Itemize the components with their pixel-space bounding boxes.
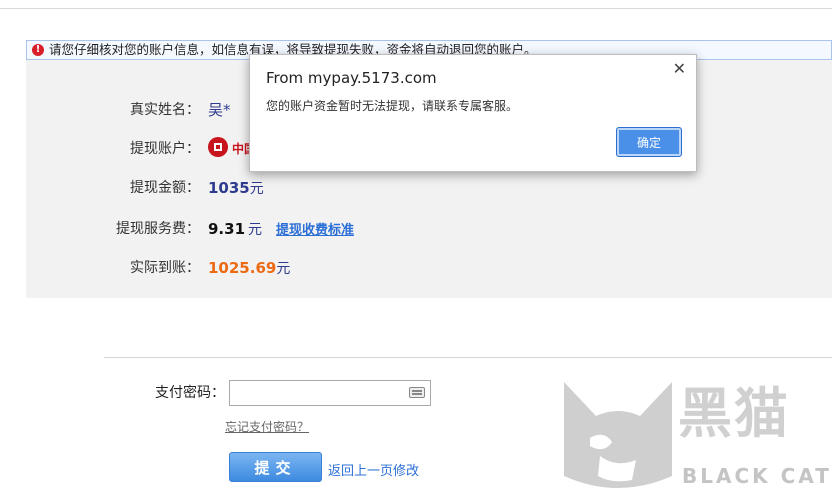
actual-row: 实际到账： 1025.69元: [26, 256, 832, 280]
watermark-en: BLACK CAT: [682, 464, 832, 488]
fee-standard-link[interactable]: 提现收费标准: [276, 223, 354, 238]
cat-logo-icon: [564, 382, 672, 488]
account-label: 提现账户：: [130, 141, 200, 157]
amount-label: 提现金额：: [130, 180, 200, 196]
top-divider: [0, 8, 832, 9]
amount-row: 提现金额： 1035元: [26, 176, 832, 200]
amount-value: 1035: [208, 179, 250, 197]
ok-button[interactable]: 确定: [616, 127, 682, 157]
dialog-message: 您的账户资金暂时无法提现，请联系专属客服。: [266, 99, 519, 113]
fee-label: 提现服务费：: [116, 221, 200, 237]
fee-row: 提现服务费： 9.31 元提现收费标准: [26, 217, 832, 241]
warning-icon: !: [32, 44, 44, 56]
dialog-title: From mypay.5173.com: [266, 69, 437, 87]
back-modify-link[interactable]: 返回上一页修改: [328, 460, 419, 479]
amount-unit: 元: [249, 181, 264, 197]
fee-value-group: 9.31 元提现收费标准: [208, 217, 354, 243]
bank-logo-icon: [208, 137, 228, 157]
fee-value: 9.31: [208, 220, 246, 238]
actual-unit: 元: [276, 261, 291, 277]
alert-dialog: From mypay.5173.com ✕ 您的账户资金暂时无法提现，请联系专属…: [249, 54, 697, 172]
payment-password-input[interactable]: [229, 380, 431, 406]
forgot-password-link[interactable]: 忘记支付密码？: [225, 418, 309, 435]
actual-value-group: 1025.69元: [208, 256, 290, 281]
password-label: 支付密码：: [155, 385, 225, 401]
actual-value: 1025.69: [208, 259, 277, 277]
watermark: 黑猫 BLACK CAT: [560, 376, 832, 492]
keyboard-icon[interactable]: [409, 387, 425, 398]
watermark-cn: 黑猫: [678, 382, 790, 445]
fee-unit: 元: [248, 222, 263, 238]
actual-label: 实际到账：: [130, 260, 200, 276]
submit-button[interactable]: 提交: [229, 452, 322, 482]
section-divider: [104, 357, 832, 358]
close-icon[interactable]: ✕: [673, 59, 686, 78]
name-label: 真实姓名：: [130, 102, 200, 118]
amount-value-group: 1035元: [208, 176, 264, 201]
name-value: 吴*: [208, 101, 231, 119]
